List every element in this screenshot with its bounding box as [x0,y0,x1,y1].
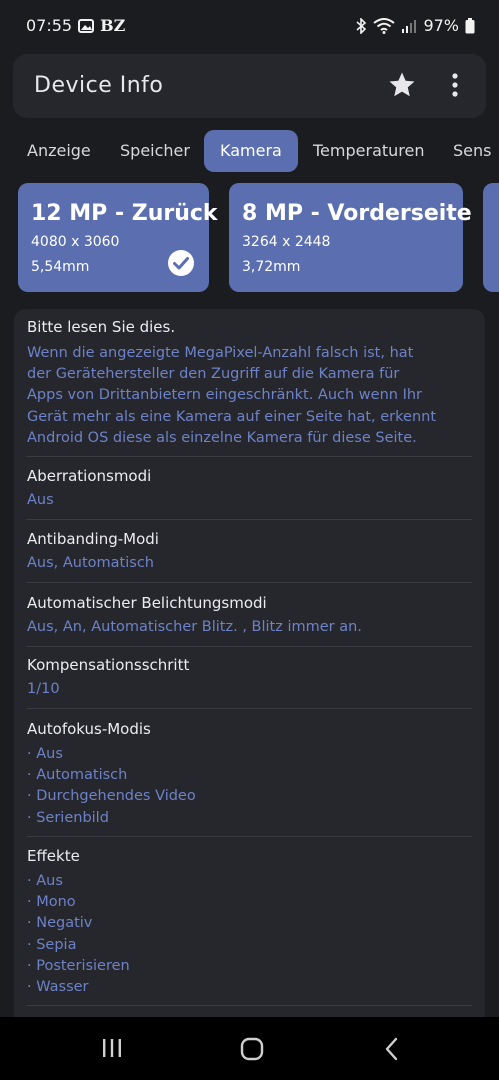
image-icon [78,18,95,33]
bluetooth-icon [356,17,367,34]
navigation-bar [0,1017,499,1080]
divider [27,646,472,647]
list-item: · Posterisieren [27,957,130,974]
effects-list: · Aus · Mono · Negativ · Sepia · Posteri… [27,871,130,998]
notice-line: Wenn die angezeigte MegaPixel-Anzahl fal… [27,345,414,361]
aberration-value: Aus [27,492,54,508]
divider [27,1005,472,1006]
camera-focal-length: 3,72mm [242,259,301,275]
signal-icon [402,19,417,33]
autofocus-label: Autofokus-Modis [27,720,151,738]
status-bar: 07:55 BZ 97% [0,0,499,54]
star-icon[interactable] [387,70,417,100]
notice-line: Gerät mehr als eine Kamera auf einer Sei… [27,408,437,425]
status-left: 07:55 BZ [26,16,125,35]
tab-kamera[interactable]: Kamera [204,130,298,172]
camera-title: 12 MP - Zurück [31,201,218,226]
camera-info-panel: Bitte lesen Sie dies. Wenn die angezeigt… [14,309,485,1017]
antibanding-label: Antibanding-Modi [27,530,159,548]
camera-card-partial[interactable] [483,183,499,292]
camera-focal-length: 5,54mm [31,259,90,275]
list-item: · Mono [27,894,76,911]
divider [27,456,472,457]
autofocus-list: · Aus · Automatisch · Durchgehendes Vide… [27,744,196,829]
divider [27,582,472,583]
tab-temperaturen[interactable]: Temperaturen [313,130,425,172]
camera-card-front[interactable]: 8 MP - Vorderseite 3264 x 2448 3,72mm [229,183,472,292]
check-circle-icon [168,250,194,276]
list-item: · Serienbild [27,809,109,826]
list-item: · Sepia [27,936,77,953]
recents-icon[interactable] [101,1037,123,1059]
notice-line: Android OS diese als einzelne Kamera für… [27,429,417,446]
app-bar: Device Info [13,54,486,118]
compensation-value: 1/10 [27,681,60,697]
notice-title: Bitte lesen Sie dies. [27,318,176,336]
app-title: Device Info [34,73,164,98]
divider [27,519,472,520]
back-icon[interactable] [382,1037,402,1061]
battery-level: 97% [423,16,459,35]
home-icon[interactable] [240,1037,264,1061]
camera-resolution: 4080 x 3060 [31,234,120,250]
tab-speicher[interactable]: Speicher [120,130,190,172]
compensation-label: Kompensationsschritt [27,656,190,674]
status-carrier: BZ [100,16,126,35]
status-time: 07:55 [26,16,73,35]
battery-icon [465,17,475,33]
effects-label: Effekte [27,847,80,865]
status-right: 97% [355,16,475,35]
list-item: · Aus [27,873,63,889]
list-item: · Automatisch [27,767,128,784]
tab-anzeige[interactable]: Anzeige [27,130,91,172]
notice-line: Apps von Drittanbietern eingeschränkt. A… [27,387,423,404]
camera-cards: 12 MP - Zurück 4080 x 3060 5,54mm 8 MP -… [0,183,499,293]
list-item: · Negativ [27,915,93,932]
exposure-value: Aus, An, Automatischer Blitz. , Blitz im… [27,619,362,635]
notice-line: der Gerätehersteller den Zugriff auf die… [27,366,400,383]
camera-resolution: 3264 x 2448 [242,234,331,250]
tab-bar: Anzeige Speicher Kamera Temperaturen Sen… [0,130,499,174]
notice-text: Wenn die angezeigte MegaPixel-Anzahl fal… [27,343,467,449]
tab-sensoren[interactable]: Sens [453,130,491,172]
more-vert-icon[interactable] [445,70,465,100]
list-item: · Durchgehendes Video [27,788,196,805]
antibanding-value: Aus, Automatisch [27,555,154,571]
divider [27,836,472,837]
list-item: · Aus [27,746,63,762]
wifi-icon [373,17,396,34]
aberration-label: Aberrationsmodi [27,467,152,485]
camera-title: 8 MP - Vorderseite [242,201,472,226]
list-item: · Wasser [27,979,89,996]
camera-card-back[interactable]: 12 MP - Zurück 4080 x 3060 5,54mm [18,183,218,292]
divider [27,708,472,709]
exposure-label: Automatischer Belichtungsmodi [27,594,267,612]
